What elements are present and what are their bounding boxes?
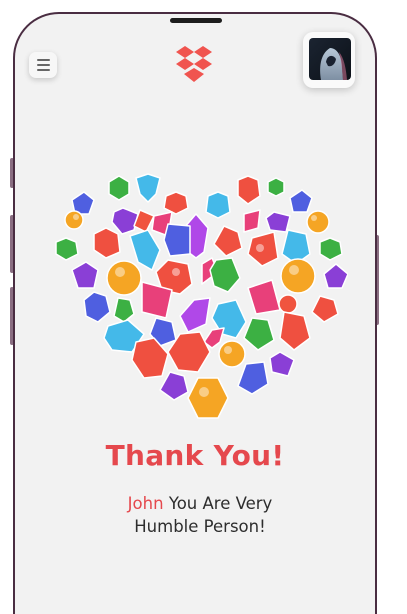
menu-button[interactable] xyxy=(29,52,57,78)
gem-icon xyxy=(323,263,348,289)
gem-icon xyxy=(93,227,121,259)
gem-icon xyxy=(280,258,316,294)
gem-icon xyxy=(267,177,285,197)
gem-heart-illustration xyxy=(55,173,348,419)
gem-icon xyxy=(269,351,295,377)
dropbox-logo-icon xyxy=(176,46,212,82)
menu-icon-bar xyxy=(36,59,50,61)
gem-icon xyxy=(55,237,79,261)
gem-icon xyxy=(187,377,229,419)
profile-avatar-button[interactable] xyxy=(303,32,355,88)
gem-icon xyxy=(213,225,243,257)
menu-icon-bar xyxy=(36,69,50,71)
gem-icon xyxy=(71,261,99,289)
gem-icon xyxy=(159,371,189,401)
recipient-name: John xyxy=(127,494,164,513)
gem-icon xyxy=(247,279,281,315)
gem-icon xyxy=(237,175,261,205)
gem-icon xyxy=(237,361,269,395)
gem-icon xyxy=(111,207,139,235)
gem-icon xyxy=(218,340,246,368)
gem-icon xyxy=(278,294,298,314)
gem-icon xyxy=(163,191,189,215)
gem-icon xyxy=(113,297,135,323)
thank-you-title: Thank You! xyxy=(105,439,285,472)
gem-icon xyxy=(243,209,261,233)
gem-icon xyxy=(289,189,313,213)
gem-icon xyxy=(279,311,311,351)
gem-icon xyxy=(83,291,111,323)
gem-icon xyxy=(306,210,330,234)
gem-icon xyxy=(108,175,130,201)
notch xyxy=(170,18,222,23)
gem-icon xyxy=(135,173,161,203)
avatar-image xyxy=(309,38,351,80)
gem-icon xyxy=(106,260,142,296)
menu-icon-bar xyxy=(36,64,50,66)
gem-icon xyxy=(311,295,339,323)
gem-icon xyxy=(319,237,343,261)
gem-icon xyxy=(64,210,84,230)
gem-icon xyxy=(163,223,191,257)
gem-icon xyxy=(209,257,241,293)
gem-icon xyxy=(205,191,231,219)
phone-screen: Thank You! John You Are Very Humble Pers… xyxy=(13,12,377,614)
gem-icon xyxy=(265,211,291,233)
gem-icon xyxy=(243,317,275,351)
thank-you-message: John You Are Very Humble Person! xyxy=(95,492,305,538)
gem-icon xyxy=(179,297,211,333)
